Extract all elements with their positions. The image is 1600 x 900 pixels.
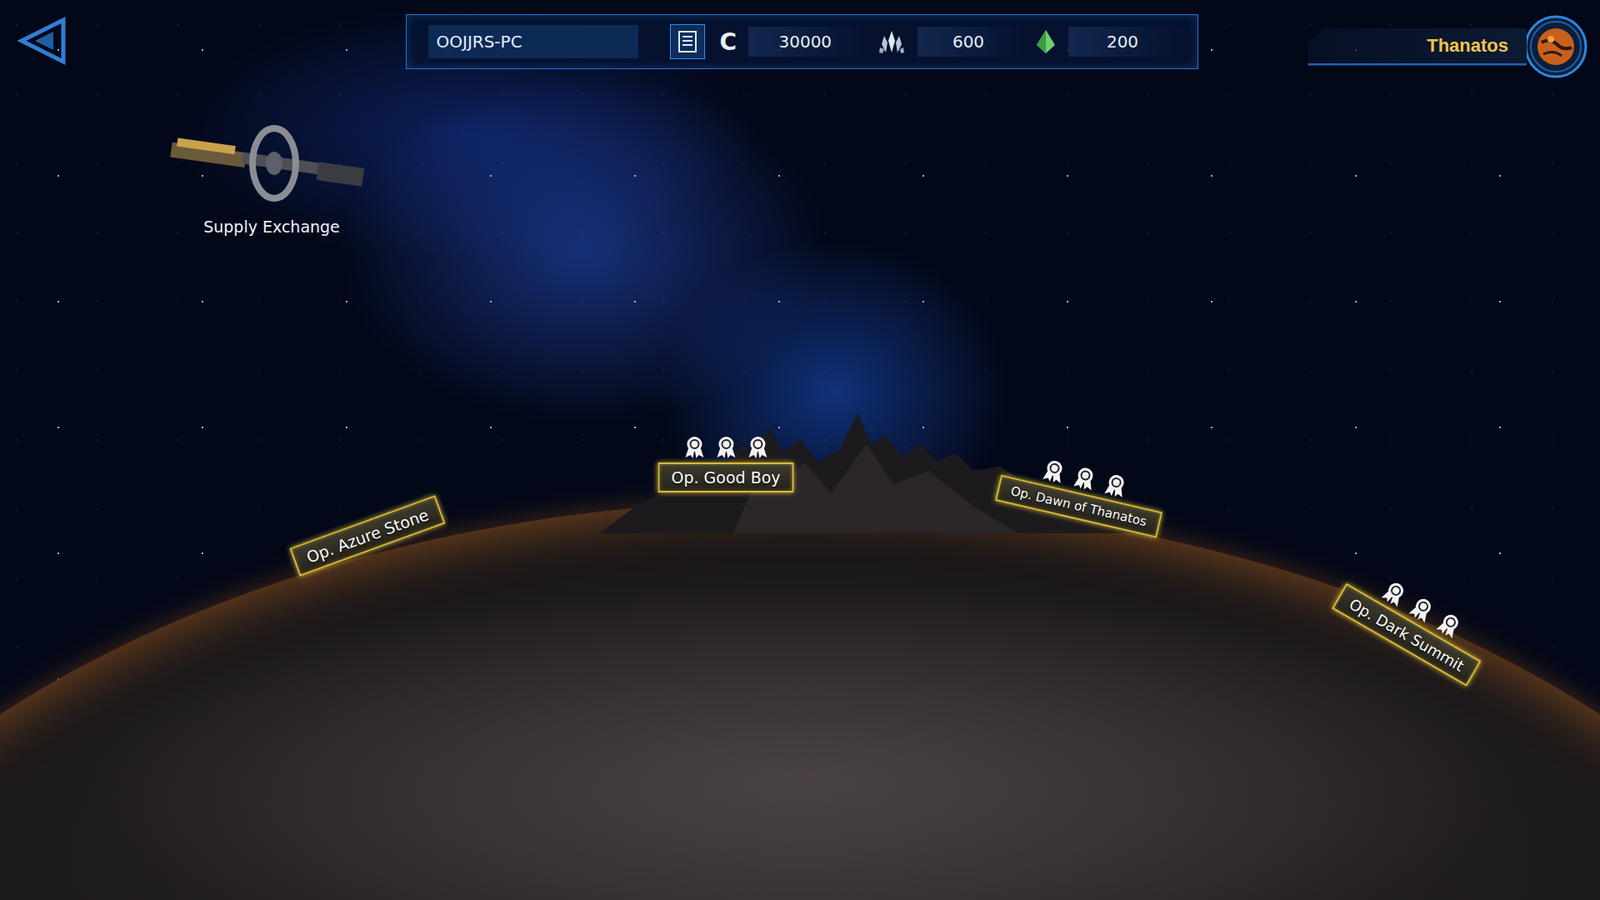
medal-row [683, 435, 769, 460]
currency: 200 [1035, 26, 1178, 57]
currency: C 30000 [720, 26, 863, 57]
planet-name: Thanatos [1308, 28, 1527, 66]
back-arrow-icon [16, 15, 69, 67]
supply-exchange[interactable]: Supply Exchange [162, 116, 381, 237]
currency-amount: 600 [917, 26, 1020, 57]
medal-icon [683, 435, 705, 460]
gem-icon [1035, 28, 1057, 55]
currency-amount: 200 [1068, 26, 1178, 57]
log-button[interactable] [670, 24, 705, 60]
campaign-screen: OOJJRS-PC C 30000 600 200 Thanatos Supply Exch… [0, 0, 1600, 900]
resource-bar: OOJJRS-PC C 30000 600 200 [405, 14, 1199, 70]
player-name: OOJJRS-PC [428, 25, 639, 59]
credits-icon: C [720, 28, 738, 56]
operation-label: Op. Good Boy [657, 462, 794, 493]
operation-pin[interactable]: Op. Good Boy [657, 435, 794, 493]
space-station-icon [167, 117, 376, 210]
medal-icon [1040, 457, 1068, 485]
planet-badge[interactable]: Thanatos [1308, 14, 1589, 80]
station-label: Supply Exchange [203, 217, 340, 236]
back-button[interactable] [15, 14, 70, 70]
currency-amount: 30000 [748, 26, 862, 57]
crystal-icon [877, 29, 906, 55]
document-icon [677, 30, 698, 54]
medal-icon [1102, 471, 1130, 500]
top-row: OOJJRS-PC C 30000 600 200 Thanatos [0, 0, 1600, 80]
currency: 600 [877, 26, 1020, 57]
medal-icon [715, 435, 737, 460]
medal-icon [746, 435, 769, 460]
medal-icon [1071, 465, 1099, 493]
planet-icon [1523, 14, 1589, 80]
